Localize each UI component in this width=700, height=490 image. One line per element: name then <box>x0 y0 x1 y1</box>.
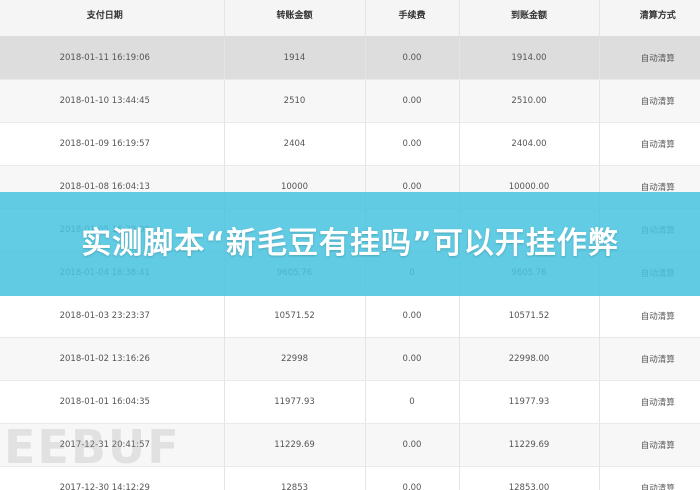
column-header-received-amount[interactable]: 到账金额 <box>459 0 600 37</box>
cell-pay-date: 2018-01-11 16:19:06 <box>0 36 225 80</box>
cell-fee: 0 <box>365 380 460 424</box>
cell-settlement-method: 自动清算 <box>599 466 700 490</box>
cell-fee: 0.00 <box>365 79 460 123</box>
cell-received-amount: 22998.00 <box>459 337 600 381</box>
banner-text: 实测脚本“新毛豆有挂吗”可以开挂作弊 <box>81 226 619 261</box>
cell-transfer-amount: 12853 <box>224 466 366 490</box>
table-row[interactable]: 2018-01-03 23:23:37 10571.52 0.00 10571.52 自… <box>0 294 700 338</box>
cell-fee: 0.00 <box>365 122 460 166</box>
cell-transfer-amount: 11229.69 <box>224 423 366 467</box>
cell-settlement-method: 自动清算 <box>599 294 700 338</box>
cell-received-amount: 1914.00 <box>459 36 600 80</box>
cell-pay-date: 2018-01-02 13:16:26 <box>0 337 225 381</box>
cell-settlement-method: 自动清算 <box>599 380 700 424</box>
table-header-row: 支付日期 转账金额 手续费 到账金额 清算方式 <box>0 0 700 37</box>
table-row[interactable]: 2018-01-10 13:44:45 2510 0.00 2510.00 自动清算 <box>0 79 700 123</box>
cell-pay-date: 2018-01-01 16:04:35 <box>0 380 225 424</box>
cell-pay-date: 2018-01-10 13:44:45 <box>0 79 225 123</box>
cell-transfer-amount: 2404 <box>224 122 366 166</box>
cell-fee: 0.00 <box>365 423 460 467</box>
cell-transfer-amount: 10571.52 <box>224 294 366 338</box>
table-row[interactable]: 2018-01-02 13:16:26 22998 0.00 22998.00 自动清算 <box>0 337 700 381</box>
cell-settlement-method: 自动清算 <box>599 36 700 80</box>
cell-settlement-method: 自动清算 <box>599 79 700 123</box>
cell-transfer-amount: 2510 <box>224 79 366 123</box>
cell-fee: 0.00 <box>365 337 460 381</box>
cell-received-amount: 11977.93 <box>459 380 600 424</box>
cell-received-amount: 2404.00 <box>459 122 600 166</box>
cell-settlement-method: 自动清算 <box>599 122 700 166</box>
overlay-banner: 实测脚本“新毛豆有挂吗”可以开挂作弊 <box>0 192 700 296</box>
table-row[interactable]: 2018-01-01 16:04:35 11977.93 0 11977.93 自动清算 <box>0 380 700 424</box>
cell-fee: 0.00 <box>365 294 460 338</box>
table-row[interactable]: 2018-01-11 16:19:06 1914 0.00 1914.00 自动清算 <box>0 36 700 80</box>
cell-received-amount: 12853.00 <box>459 466 600 490</box>
cell-transfer-amount: 22998 <box>224 337 366 381</box>
watermark: EEBUF <box>4 420 181 474</box>
cell-pay-date: 2018-01-09 16:19:57 <box>0 122 225 166</box>
cell-received-amount: 2510.00 <box>459 79 600 123</box>
column-header-settlement-method[interactable]: 清算方式 <box>599 0 700 37</box>
cell-transfer-amount: 11977.93 <box>224 380 366 424</box>
page: 支付日期 转账金额 手续费 到账金额 清算方式 2018-01-11 16:19… <box>0 0 700 490</box>
cell-received-amount: 11229.69 <box>459 423 600 467</box>
cell-fee: 0.00 <box>365 466 460 490</box>
cell-settlement-method: 自动清算 <box>599 423 700 467</box>
cell-received-amount: 10571.52 <box>459 294 600 338</box>
table-row[interactable]: 2018-01-09 16:19:57 2404 0.00 2404.00 自动清算 <box>0 122 700 166</box>
cell-pay-date: 2018-01-03 23:23:37 <box>0 294 225 338</box>
column-header-fee[interactable]: 手续费 <box>365 0 460 37</box>
column-header-transfer-amount[interactable]: 转账金额 <box>224 0 366 37</box>
cell-transfer-amount: 1914 <box>224 36 366 80</box>
column-header-pay-date[interactable]: 支付日期 <box>0 0 225 37</box>
cell-fee: 0.00 <box>365 36 460 80</box>
cell-settlement-method: 自动清算 <box>599 337 700 381</box>
